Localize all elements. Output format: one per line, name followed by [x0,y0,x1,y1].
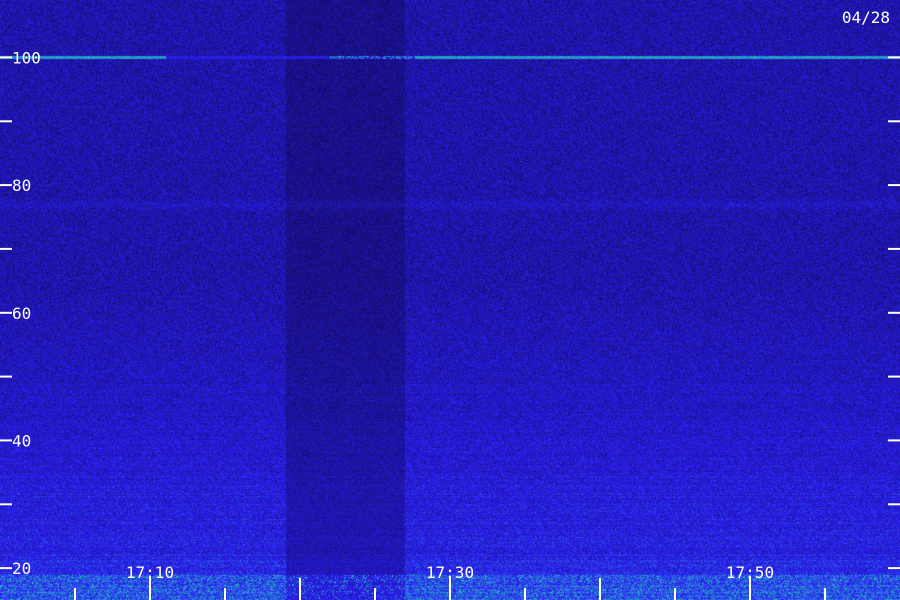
y-tick-mark-left [0,503,12,506]
y-tick-label: 60 [12,304,31,323]
y-tick-mark-right [888,56,900,59]
y-tick-mark-right [888,503,900,506]
y-tick-mark-left [0,247,12,250]
x-tick-label: 17:10 [126,563,174,582]
y-tick-mark-left [0,184,12,187]
y-tick-mark-right [888,439,900,442]
x-tick-mark [74,588,76,600]
y-tick-mark-left [0,567,12,570]
y-tick-label: 40 [12,431,31,450]
y-tick-mark-right [888,247,900,250]
y-tick-mark-right [888,311,900,314]
y-tick-label: 20 [12,559,31,578]
x-tick-mark [674,588,676,600]
x-tick-mark [299,578,301,600]
y-tick-label: 100 [12,48,41,67]
spectrogram-axes: 04/28 20 40 60 80 100 17:10 17:30 17:50 [0,8,900,600]
y-tick-mark-left [0,311,12,314]
y-tick-mark-left [0,439,12,442]
x-tick-mark [524,588,526,600]
y-tick-label: 80 [12,176,31,195]
x-tick-mark [224,588,226,600]
y-tick-mark-right [888,120,900,123]
x-tick-mark [374,588,376,600]
y-tick-mark-left [0,375,12,378]
y-tick-mark-right [888,375,900,378]
y-tick-mark-right [888,567,900,570]
y-tick-mark-right [888,184,900,187]
x-tick-mark [599,578,601,600]
date-label: 04/28 [842,8,890,27]
x-tick-mark [824,588,826,600]
x-tick-label: 17:30 [426,563,474,582]
y-tick-mark-left [0,120,12,123]
y-tick-mark-left [0,56,12,59]
x-tick-label: 17:50 [726,563,774,582]
